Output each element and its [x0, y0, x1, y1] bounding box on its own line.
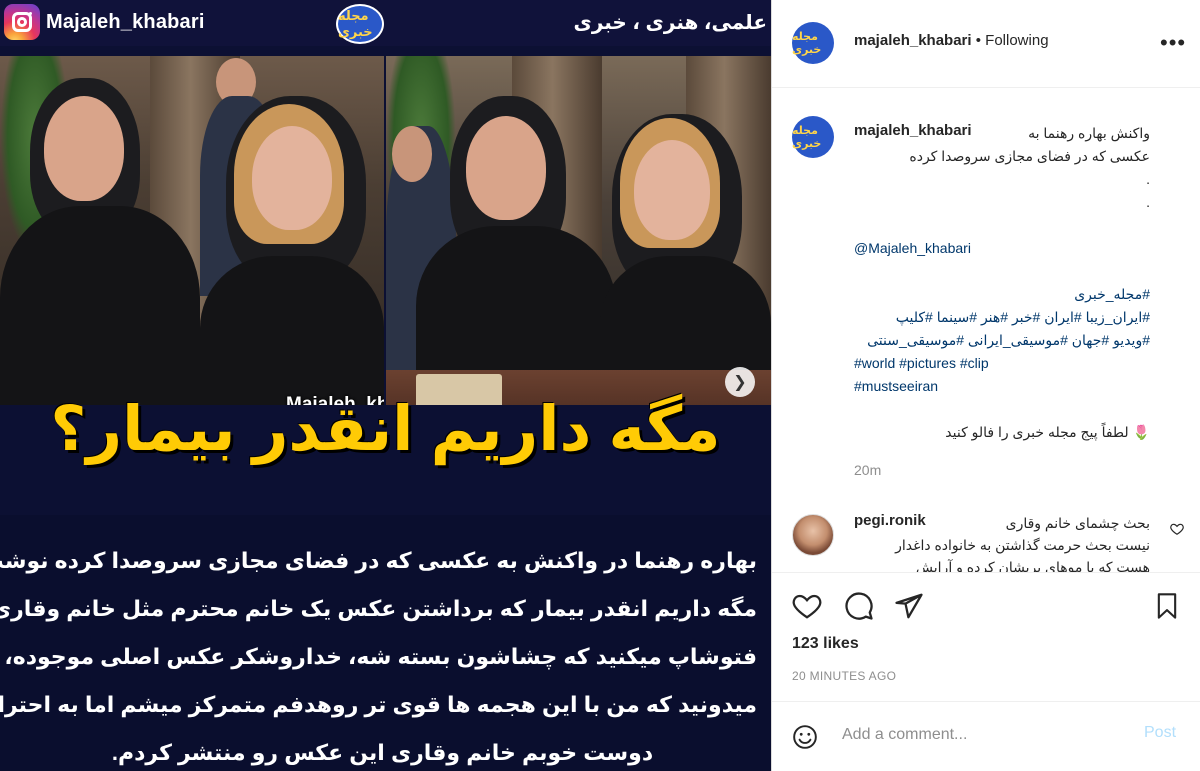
comment-bubble-icon[interactable] [844, 591, 874, 621]
header-user-line: majaleh_khabari • Following [854, 32, 1049, 49]
post-comment-button[interactable]: Post [1144, 724, 1176, 742]
instagram-post-view: Majaleh_khabari مجله خبری علمی، هنری ، خ… [0, 0, 1200, 771]
caption-line: . [1146, 171, 1150, 187]
comment-item: pegi.ronik بحث چشمای خانم وقاری نیست بحث… [772, 508, 1200, 572]
comment-input[interactable] [842, 722, 1122, 748]
image-caption-line: دوست خوبم خانم وقاری این عکس رو منتشر کر… [111, 740, 654, 765]
comment-line: بحث چشمای خانم وقاری [1005, 515, 1150, 531]
add-comment-bar: Post [772, 701, 1200, 771]
caption-line [854, 398, 1150, 421]
post-image[interactable]: Majaleh_khabari مجله خبری علمی، هنری ، خ… [0, 0, 771, 771]
mention-link[interactable]: @Majaleh_khabari [854, 237, 1150, 260]
image-caption-line: میدونید که من با این هجمه ها قوی تر روهد… [0, 692, 757, 717]
comment-line: هست که با موهای پریشان کرده و آرایش [915, 559, 1150, 572]
image-caption-line: فتوشاپ میکنید که چشاشون بسته شه، خداروشک… [4, 644, 757, 669]
image-top-bar: Majaleh_khabari مجله خبری علمی، هنری ، خ… [0, 0, 771, 46]
caption-line: 🌷 لطفاً پیج مجله خبری را فالو کنید [945, 424, 1150, 440]
more-icon[interactable]: ••• [1160, 30, 1186, 56]
caption-author-avatar[interactable]: مجله خبری [792, 116, 834, 158]
hashtag-link[interactable]: #ایران_زیبا #ایران #خبر #هنر #سینما #کلی… [854, 306, 1150, 329]
post-header: مجله خبری majaleh_khabari • Following ••… [772, 0, 1200, 88]
photo-right [386, 56, 771, 426]
post-actions: 123 likes 20 MINUTES AGO Post [772, 572, 1200, 771]
comment-heart-icon[interactable] [1170, 522, 1184, 536]
share-send-icon[interactable] [894, 591, 924, 621]
caption-time-ago[interactable]: 20m [854, 462, 881, 478]
author-avatar[interactable]: مجله خبری [792, 22, 834, 64]
image-caption-line: مگه داریم انقدر بیمار که برداشتن عکس یک … [0, 596, 757, 621]
caption-line [854, 260, 1150, 283]
chevron-right-icon: ❯ [733, 374, 747, 391]
author-username[interactable]: majaleh_khabari [854, 32, 972, 49]
post-timestamp[interactable]: 20 MINUTES AGO [792, 669, 896, 683]
following-button[interactable]: Following [985, 32, 1048, 49]
caption-text: واکنش بهاره رهنما به عکسی که در فضای مجا… [854, 122, 1150, 444]
comment-line: نیست بحث حرمت گذاشتن به خانواده داغدار [895, 537, 1150, 553]
header-separator: • [975, 32, 981, 49]
like-heart-icon[interactable] [792, 591, 822, 621]
photo-left: Majaleh_khabari [0, 56, 384, 426]
hashtag-link[interactable]: #ویدیو #جهان #موسیقی_ایرانی #موسیقی_سنتی [854, 329, 1150, 352]
image-headline: مگه داریم انقدر بیمار؟ [50, 395, 721, 464]
post-sidebar: مجله خبری majaleh_khabari • Following ••… [771, 0, 1200, 771]
caption-line: عکسی که در فضای مجازی سروصدا کرده [909, 148, 1150, 164]
comments-section[interactable]: مجله خبری majaleh_khabari واکنش بهاره ره… [772, 88, 1200, 572]
hashtag-link[interactable]: #world #pictures #clip [854, 352, 1150, 375]
brand-logo: مجله خبری [336, 4, 384, 44]
likes-count[interactable]: 123 likes [792, 635, 859, 653]
save-bookmark-icon[interactable] [1153, 591, 1181, 621]
image-handle-text: Majaleh_khabari [46, 11, 205, 33]
emoji-icon[interactable] [792, 724, 818, 750]
hashtag-link[interactable]: #mustseeiran [854, 375, 1150, 398]
caption-line [854, 214, 1150, 237]
image-tagline: علمی، هنری ، خبری [573, 12, 768, 34]
hashtag-link[interactable]: #مجله_خبری [854, 283, 1150, 306]
commenter-avatar[interactable] [792, 514, 834, 556]
image-caption-box: بهاره رهنما در واکنش به عکسی که در فضای … [0, 515, 771, 771]
comment-text: بحث چشمای خانم وقاری نیست بحث حرمت گذاشت… [854, 512, 1150, 572]
instagram-logo-icon [4, 4, 40, 40]
caption-line: واکنش بهاره رهنما به [1028, 125, 1150, 141]
image-caption-line: بهاره رهنما در واکنش به عکسی که در فضای … [0, 548, 757, 573]
caption-line: . [1146, 194, 1150, 210]
